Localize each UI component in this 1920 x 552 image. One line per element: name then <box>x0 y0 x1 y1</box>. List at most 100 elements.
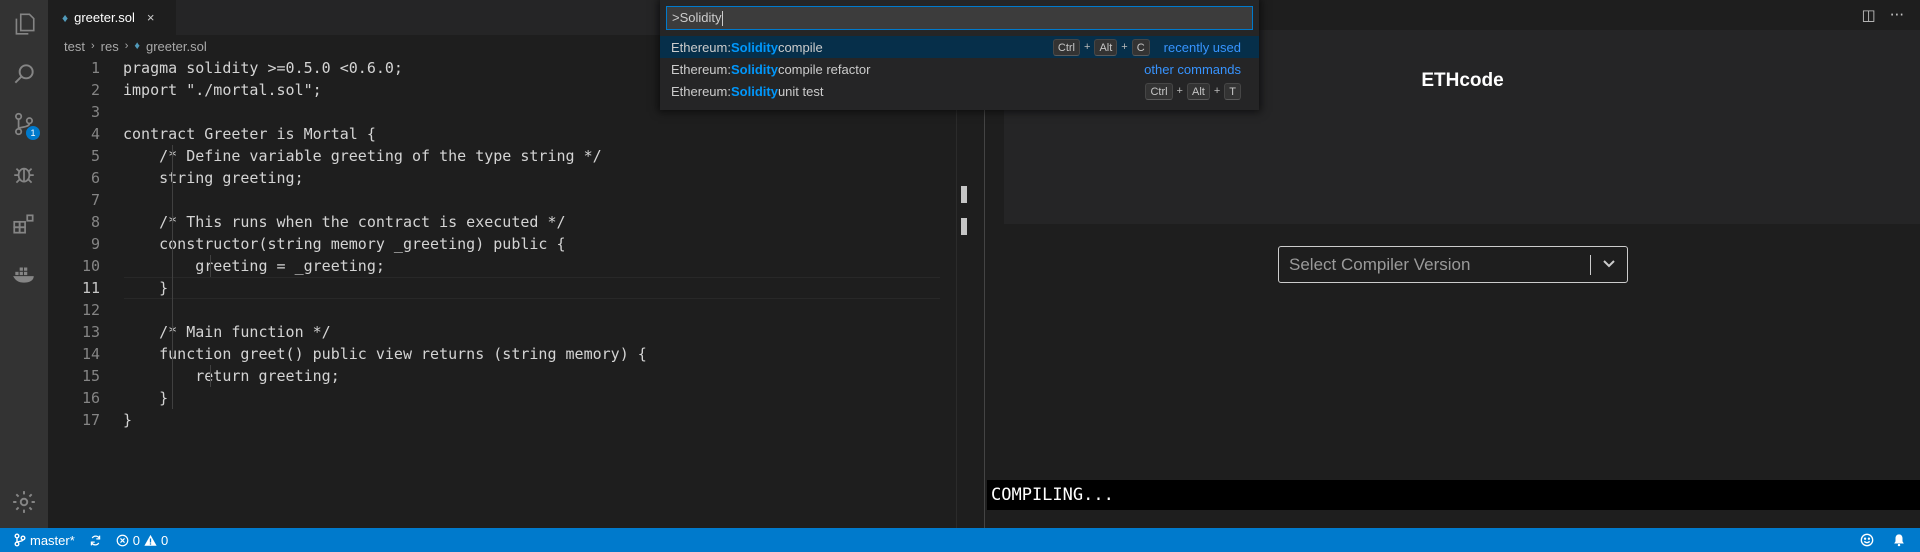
command-palette-item[interactable]: Ethereum: Solidity compile Ctrl + Alt + Crece… <box>660 36 1259 58</box>
tab-greeter-sol[interactable]: ♦ greeter.sol × <box>48 0 176 35</box>
code-line[interactable]: 16 } <box>48 387 970 409</box>
docker-button[interactable] <box>0 250 48 298</box>
code-line[interactable]: 7 <box>48 189 970 211</box>
current-line-highlight <box>124 277 940 299</box>
indent-guide <box>172 343 173 365</box>
indent-guide <box>210 365 211 387</box>
keybinding-plus: + <box>1121 41 1128 53</box>
chevron-down-icon <box>1603 260 1615 268</box>
command-match-highlight: Solidity <box>730 83 778 99</box>
breadcrumb-item-res[interactable]: res <box>101 39 119 54</box>
keybinding-plus: + <box>1084 41 1091 53</box>
line-number: 17 <box>81 411 100 429</box>
indent-guide <box>172 387 173 409</box>
explorer-button[interactable] <box>0 0 48 48</box>
close-icon[interactable]: × <box>147 10 155 25</box>
command-palette-input[interactable]: >Solidity <box>666 6 1253 30</box>
line-text: string greeting; <box>123 169 304 187</box>
bell-icon[interactable] <box>1892 533 1906 547</box>
line-number: 11 <box>81 279 100 297</box>
branch-name: master* <box>30 532 75 548</box>
feedback-smiley-icon[interactable] <box>1860 533 1874 547</box>
code-line[interactable]: 8 /* This runs when the contract is exec… <box>48 211 970 233</box>
line-number: 6 <box>90 169 100 187</box>
line-text <box>100 299 123 321</box>
breadcrumb-item-test[interactable]: test <box>64 39 85 54</box>
breadcrumb-item-file[interactable]: greeter.sol <box>146 39 207 54</box>
settings-button[interactable] <box>0 478 48 526</box>
line-text: pragma solidity >=0.5.0 <0.6.0; <box>123 59 403 77</box>
sync-button[interactable] <box>89 534 102 547</box>
line-number: 12 <box>81 301 100 319</box>
keybinding-key: Alt <box>1094 38 1118 56</box>
code-line[interactable]: 5 /* Define variable greeting of the typ… <box>48 145 970 167</box>
source-control-badge: 1 <box>26 126 40 140</box>
error-icon <box>116 534 129 546</box>
error-count: 0 <box>132 532 141 548</box>
indent-guide <box>210 255 211 277</box>
code-editor[interactable]: 1 pragma solidity >=0.5.0 <0.6.0; 2 import … <box>48 57 970 431</box>
code-line[interactable]: 15 return greeting; <box>48 365 970 387</box>
line-number: 15 <box>81 367 100 385</box>
solidity-file-icon: ♦ <box>134 40 140 52</box>
debug-button[interactable] <box>0 150 48 198</box>
compiler-version-placeholder: Select Compiler Version <box>1289 254 1471 274</box>
sync-icon <box>90 534 101 546</box>
compile-output: COMPILING... <box>987 480 1920 510</box>
tab-label: greeter.sol <box>74 10 135 25</box>
compiler-version-select[interactable]: Select Compiler Version <box>1278 246 1628 283</box>
line-number: 4 <box>90 125 100 143</box>
keybinding-plus: + <box>1176 85 1183 97</box>
code-line[interactable]: 6 string greeting; <box>48 167 970 189</box>
line-text: contract Greeter is Mortal { <box>123 125 376 143</box>
command-palette-item[interactable]: Ethereum: Solidity unit test Ctrl + Alt + T <box>660 80 1259 102</box>
line-text: } <box>123 389 169 407</box>
line-number: 10 <box>81 257 100 275</box>
indent-guide <box>172 365 173 387</box>
indent-guide <box>172 145 173 167</box>
warning-count: 0 <box>161 532 169 548</box>
scrollbar-marker <box>961 186 967 203</box>
line-text: /* Define variable greeting of the type … <box>123 147 602 165</box>
source-control-button[interactable]: 1 <box>0 100 48 148</box>
code-line[interactable]: 12 <box>48 299 970 321</box>
command-keybinding: other commands <box>1134 58 1241 80</box>
indent-guide <box>172 321 173 343</box>
scrollbar-marker <box>961 218 967 235</box>
indent-guide <box>172 277 173 299</box>
code-line[interactable]: 11 } <box>48 277 970 299</box>
line-number: 7 <box>90 191 100 209</box>
line-text: } <box>123 411 133 429</box>
keybinding-key: C <box>1131 38 1150 56</box>
command-palette: >Solidity Ethereum: Solidity compile Ctrl… <box>660 0 1259 110</box>
select-divider <box>1590 255 1591 275</box>
line-number: 5 <box>90 147 100 165</box>
command-keybinding: Ctrl + Alt + T <box>1145 80 1241 102</box>
warning-icon <box>144 534 157 546</box>
more-actions-icon[interactable]: ··· <box>1890 6 1904 24</box>
code-line[interactable]: 4 contract Greeter is Mortal { <box>48 123 970 145</box>
chevron-right-icon: › <box>124 40 129 52</box>
line-text <box>100 189 123 211</box>
extensions-icon <box>13 214 34 234</box>
line-text: import "./mortal.sol"; <box>123 81 322 99</box>
keybinding-key: Alt <box>1186 82 1210 100</box>
command-palette-item[interactable]: Ethereum: Solidity compile refactor other… <box>660 58 1259 80</box>
line-text: function greet() public view returns (st… <box>123 345 647 363</box>
command-category: Ethereum: <box>671 83 731 99</box>
extensions-button[interactable] <box>0 200 48 248</box>
split-editor-icon[interactable]: ◫ <box>1862 6 1876 24</box>
indent-guide <box>172 189 173 211</box>
search-button[interactable] <box>0 50 48 98</box>
line-number: 1 <box>90 59 100 77</box>
problems-indicator[interactable]: 0 0 <box>116 533 168 548</box>
code-line[interactable]: 10 greeting = _greeting; <box>48 255 970 277</box>
code-line[interactable]: 14 function greet() public view returns … <box>48 343 970 365</box>
activity-bar: 1 <box>0 0 48 528</box>
search-icon <box>14 64 34 84</box>
code-line[interactable]: 9 constructor(string memory _greeting) p… <box>48 233 970 255</box>
text-caret <box>721 11 723 27</box>
code-line[interactable]: 13 /* Main function */ <box>48 321 970 343</box>
branch-indicator[interactable]: master* <box>14 533 75 548</box>
code-line[interactable]: 17} <box>48 409 970 431</box>
